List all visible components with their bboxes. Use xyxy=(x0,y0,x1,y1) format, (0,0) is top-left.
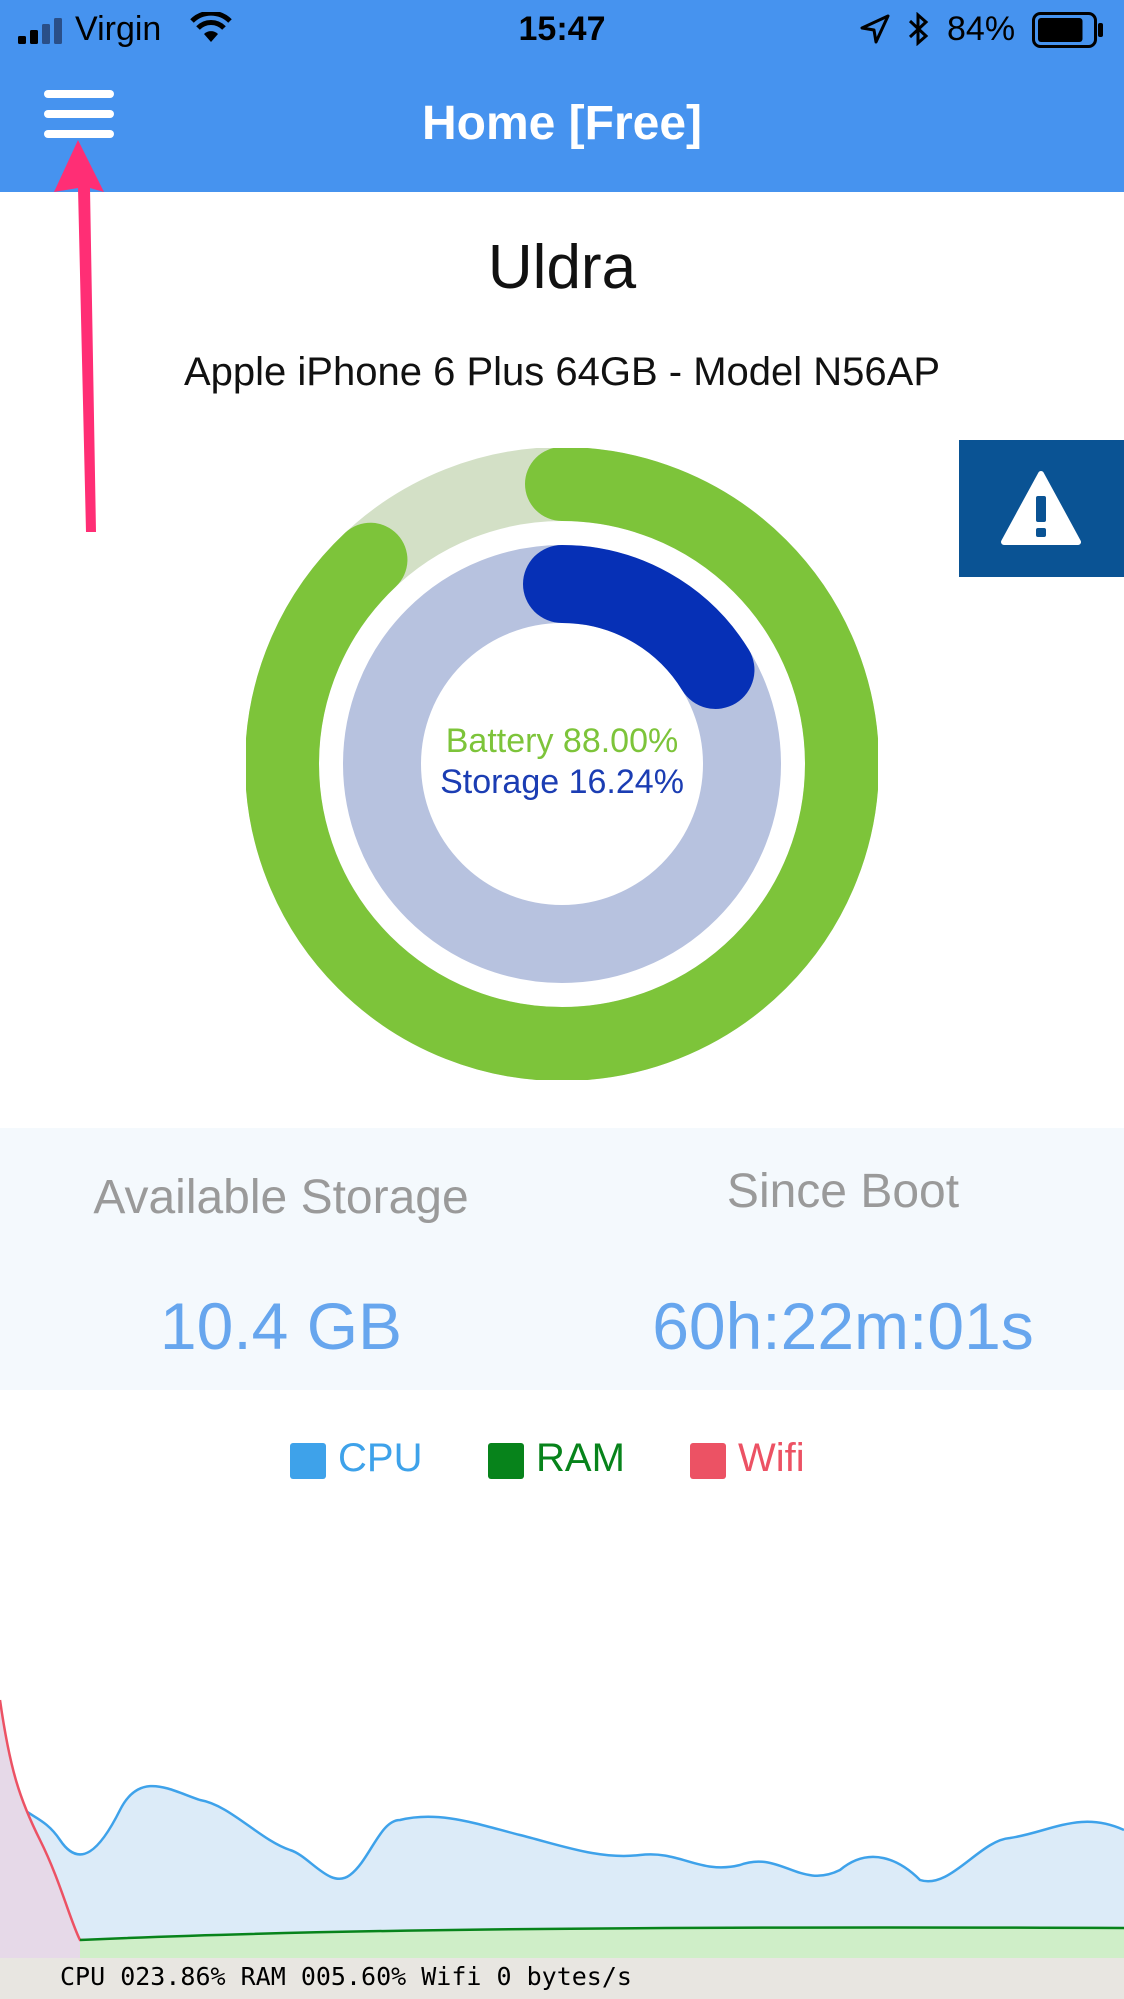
available-storage-label: Available Storage xyxy=(93,1171,469,1224)
nav-bar: Home [Free] xyxy=(0,60,1124,192)
status-bar: Virgin 15:47 84% xyxy=(0,0,1124,60)
bluetooth-icon xyxy=(908,12,929,46)
legend-ram-label: RAM xyxy=(536,1436,625,1480)
stats-panel: Available Storage Since Boot 10.4 GB 60h… xyxy=(0,1128,1124,1390)
legend-cpu-label: CPU xyxy=(338,1436,423,1480)
available-storage-value: 10.4 GB xyxy=(159,1289,403,1363)
battery-percent: 84% xyxy=(947,10,1016,48)
console-readout: CPU 023.86% RAM 005.60% Wifi 0 bytes/s xyxy=(0,1958,1124,1999)
storage-ring-label: Storage 16.24% xyxy=(440,763,684,801)
console-text: CPU 023.86% RAM 005.60% Wifi 0 bytes/s xyxy=(60,1962,632,1991)
annotation-arrow-icon xyxy=(54,140,104,532)
cpu-swatch xyxy=(290,1443,326,1479)
warning-icon xyxy=(1001,471,1081,545)
since-boot-label: Since Boot xyxy=(726,1165,960,1218)
battery-icon xyxy=(1032,12,1103,48)
wifi-swatch xyxy=(690,1443,726,1479)
location-icon xyxy=(860,14,890,44)
warning-button[interactable] xyxy=(959,440,1124,577)
device-model: Apple iPhone 6 Plus 64GB - Model N56AP xyxy=(184,350,940,394)
since-boot-value: 60h:22m:01s xyxy=(652,1289,1034,1363)
battery-ring-label: Battery 88.00% xyxy=(445,722,679,760)
device-name: Uldra xyxy=(487,233,637,302)
legend-wifi-label: Wifi xyxy=(738,1436,805,1480)
ram-swatch xyxy=(488,1443,524,1479)
live-usage-chart xyxy=(0,1699,1124,1960)
page-title: Home [Free] xyxy=(421,97,703,150)
